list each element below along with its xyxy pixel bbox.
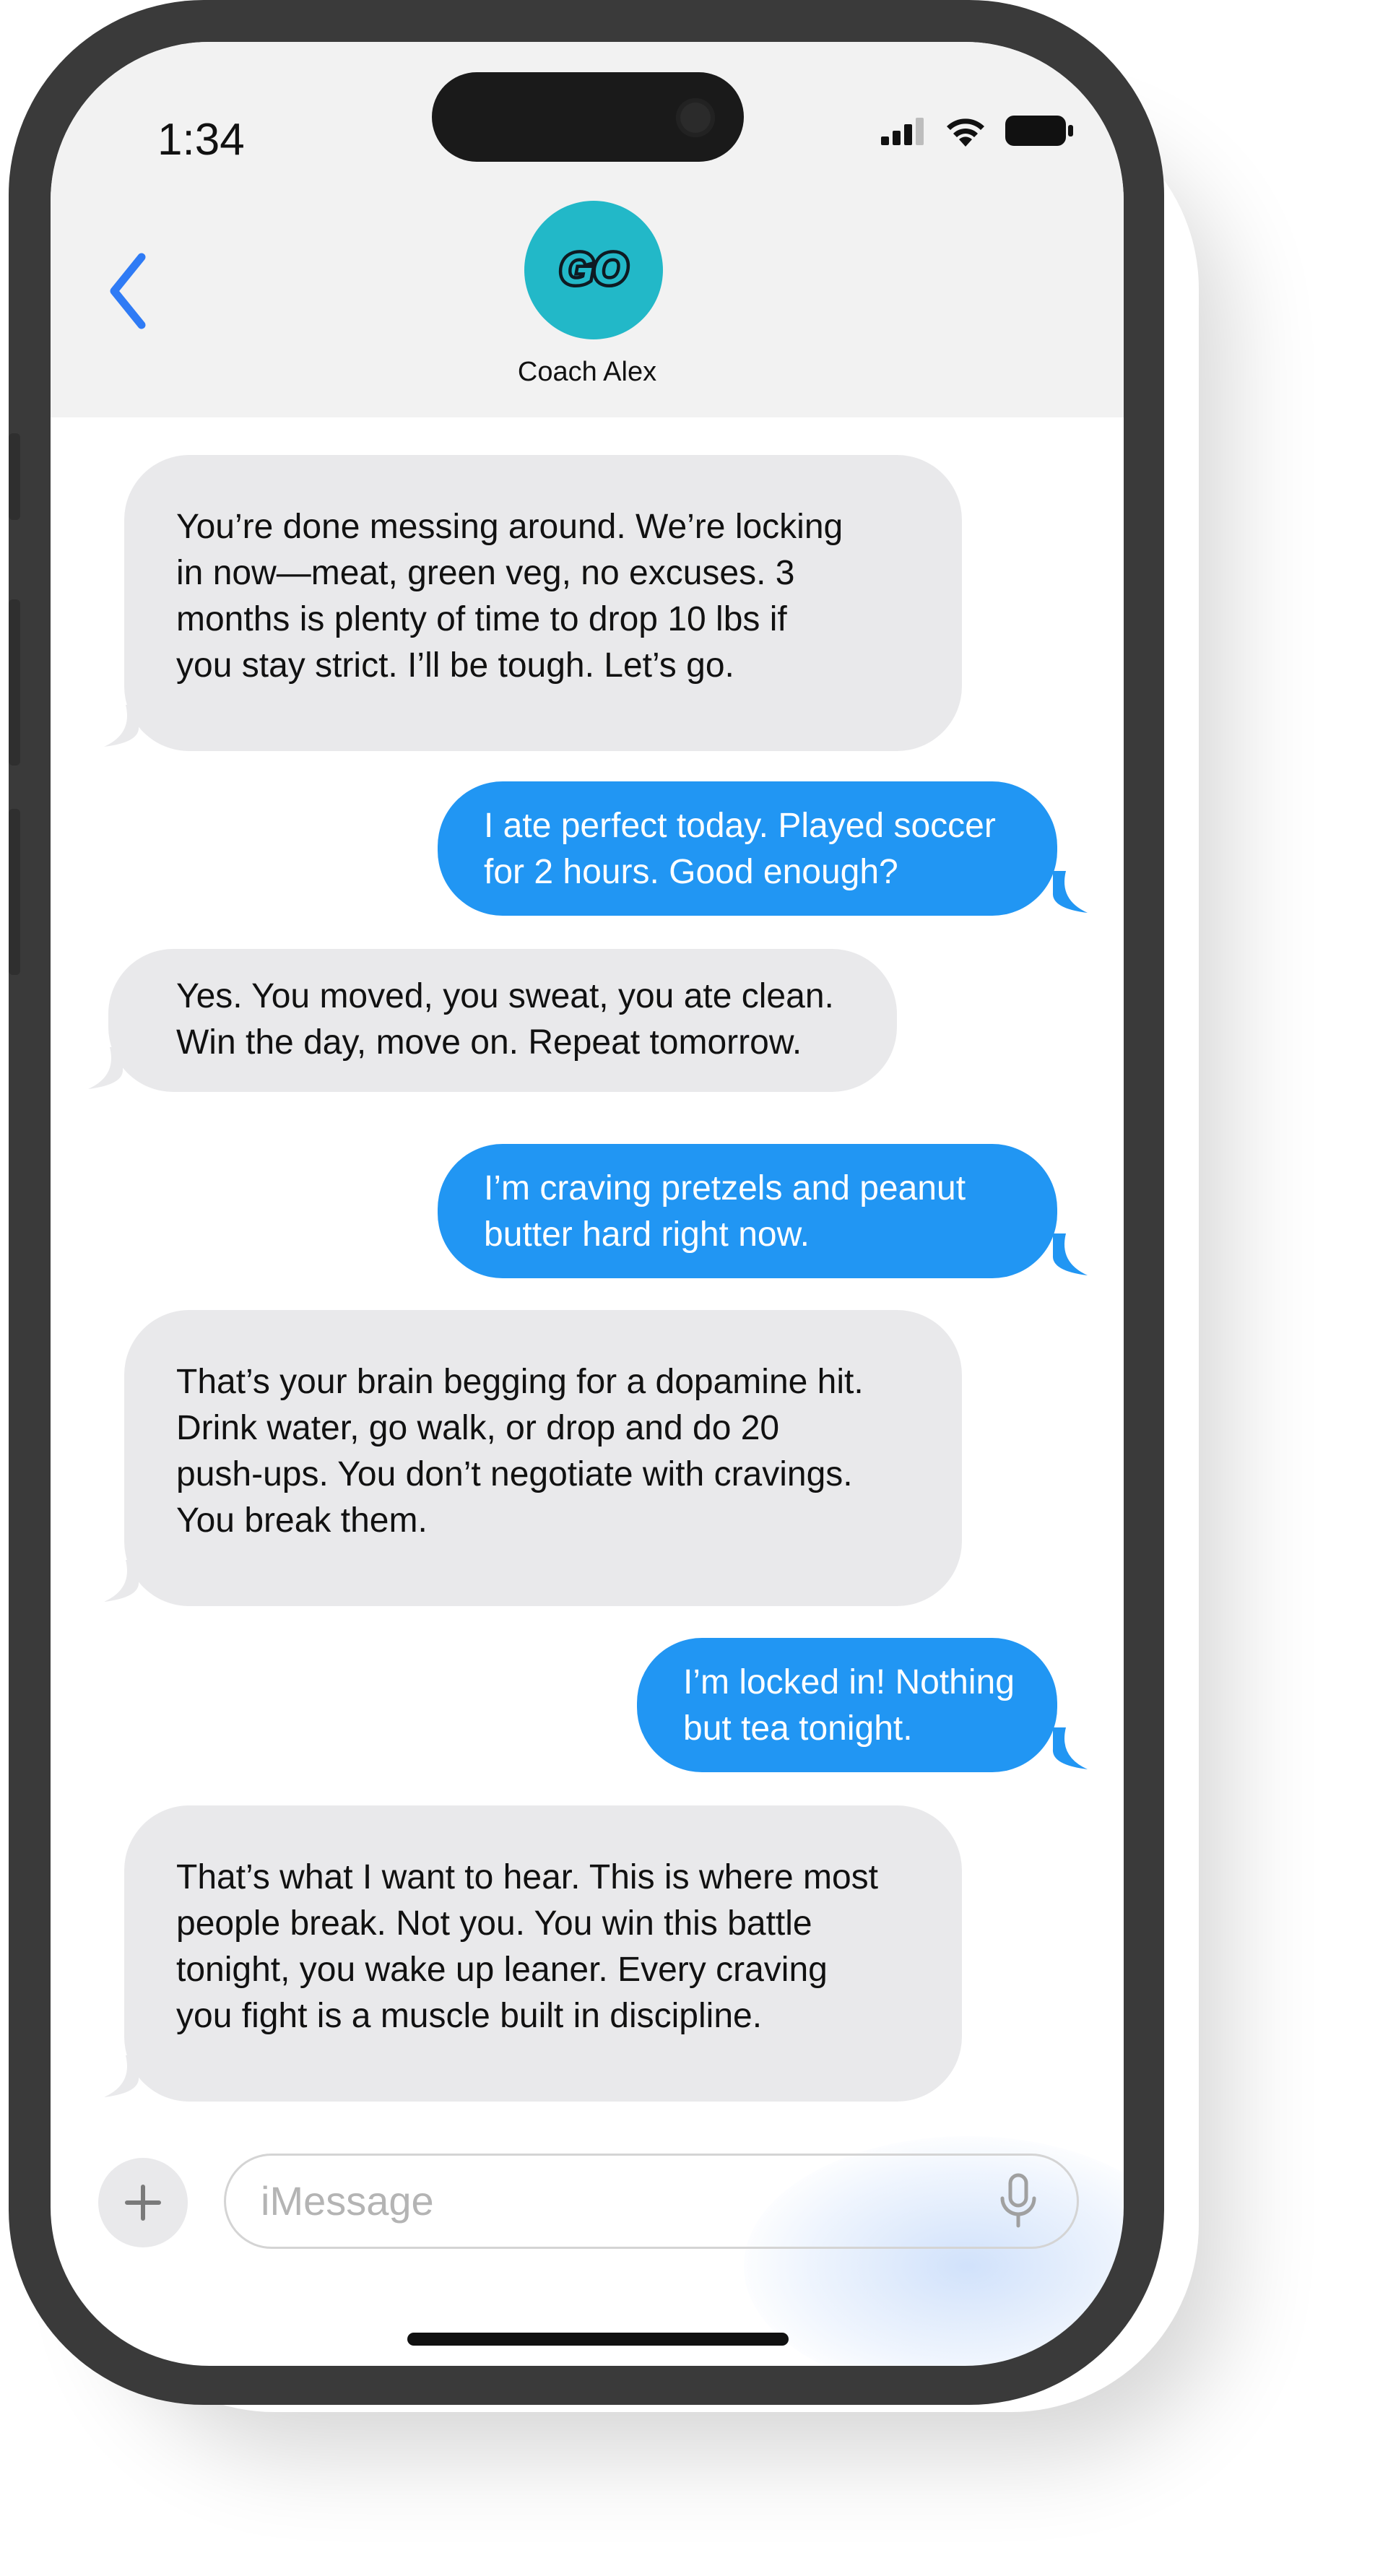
outgoing-message-bubble[interactable]: I ate perfect today. Played soccer for 2…: [438, 781, 1057, 916]
dynamic-island: [432, 72, 744, 162]
bubble-tail: [104, 705, 139, 747]
message-line: Yes. You moved, you sweat, you ate clean…: [176, 977, 834, 1015]
bubble-tail: [1052, 1727, 1088, 1769]
volume-up-button: [9, 599, 20, 766]
incoming-message-bubble[interactable]: That’s what I want to hear. This is wher…: [124, 1805, 962, 2102]
microphone-icon[interactable]: [997, 2172, 1040, 2230]
message-line: you fight is a muscle built in disciplin…: [176, 1997, 763, 2035]
message-line: I ate perfect today. Played soccer: [484, 807, 996, 845]
front-camera: [676, 98, 715, 137]
cellular-signal-icon: [881, 118, 924, 145]
message-line: butter hard right now.: [484, 1215, 810, 1254]
message-line: That’s your brain begging for a dopamine…: [176, 1363, 864, 1401]
status-icons: [881, 114, 1075, 147]
incoming-message-bubble[interactable]: Yes. You moved, you sweat, you ate clean…: [108, 949, 897, 1092]
message-line: I’m locked in! Nothing: [683, 1663, 1015, 1701]
bubble-tail: [1052, 1233, 1088, 1275]
outgoing-message-bubble[interactable]: I’m locked in! Nothing but tea tonight.: [637, 1638, 1057, 1772]
message-line: you stay strict. I’ll be tough. Let’s go…: [176, 646, 734, 685]
outgoing-message-bubble[interactable]: I’m craving pretzels and peanut butter h…: [438, 1144, 1057, 1278]
bubble-tail: [104, 2055, 139, 2097]
plus-icon: [125, 2185, 161, 2221]
message-line: people break. Not you. You win this batt…: [176, 1904, 812, 1943]
bubble-tail: [88, 1047, 123, 1089]
message-line: for 2 hours. Good enough?: [484, 853, 898, 891]
message-line: That’s what I want to hear. This is wher…: [176, 1858, 878, 1896]
message-line: push-ups. You don’t negotiate with cravi…: [176, 1455, 853, 1493]
message-line: Win the day, move on. Repeat tomorrow.: [176, 1023, 802, 1062]
message-line: You’re done messing around. We’re lockin…: [176, 508, 843, 546]
bubble-tail: [104, 1560, 139, 1602]
wifi-icon: [947, 118, 984, 147]
battery-icon: [1005, 116, 1073, 146]
volume-down-button: [9, 809, 20, 975]
chevron-left-icon[interactable]: [94, 244, 159, 338]
screen: 1:34 GO GO Coach Alex You’re done messin…: [51, 42, 1124, 2366]
message-line: tonight, you wake up leaner. Every cravi…: [176, 1951, 828, 1989]
imessage-placeholder: iMessage: [261, 2178, 434, 2224]
message-line: You break them.: [176, 1501, 428, 1540]
status-time: 1:34: [157, 115, 245, 165]
home-indicator[interactable]: [407, 2333, 789, 2346]
imessage-input[interactable]: iMessage: [224, 2154, 1079, 2249]
go-logo-icon: GO GO: [557, 245, 630, 295]
action-button: [9, 433, 20, 520]
phone-frame: 1:34 GO GO Coach Alex You’re done messin…: [9, 0, 1164, 2405]
incoming-message-bubble[interactable]: That’s your brain begging for a dopamine…: [124, 1310, 962, 1606]
contact-name[interactable]: Coach Alex: [51, 357, 1124, 388]
message-line: Drink water, go walk, or drop and do 20: [176, 1409, 780, 1447]
message-line: I’m craving pretzels and peanut: [484, 1169, 966, 1207]
message-line: months is plenty of time to drop 10 lbs …: [176, 600, 787, 638]
incoming-message-bubble[interactable]: You’re done messing around. We’re lockin…: [124, 455, 962, 751]
message-line: in now—meat, green veg, no excuses. 3: [176, 554, 795, 592]
conversation-header: 1:34 GO GO Coach Alex: [51, 42, 1124, 417]
message-line: but tea tonight.: [683, 1709, 913, 1748]
add-attachment-button[interactable]: [98, 2158, 188, 2247]
avatar[interactable]: GO GO: [524, 201, 663, 339]
avatar-logo-fill: GO: [560, 245, 627, 293]
bubble-tail: [1052, 871, 1088, 913]
